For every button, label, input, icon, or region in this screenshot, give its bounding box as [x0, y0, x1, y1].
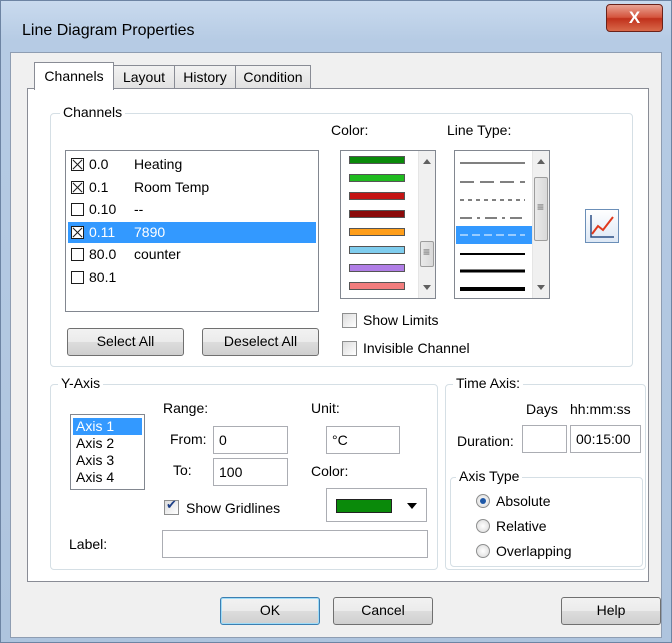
range-from-input[interactable]: 0: [213, 426, 288, 454]
channel-row[interactable]: 0.0 Heating: [68, 154, 316, 175]
channel-list[interactable]: 0.0 Heating 0.1 Room Temp 0.10 -- 0.11 7890 80.0…: [65, 150, 319, 312]
channel-checkbox[interactable]: [71, 180, 84, 194]
show-limits-label: Show Limits: [363, 312, 439, 328]
duration-label: Duration:: [457, 433, 514, 449]
invisible-channel-label: Invisible Channel: [363, 340, 470, 356]
color-swatch[interactable]: [349, 246, 405, 254]
channel-name: counter: [134, 246, 181, 262]
tab-history[interactable]: History: [174, 65, 236, 89]
overlapping-label: Overlapping: [496, 543, 572, 559]
channel-checkbox[interactable]: [71, 158, 84, 171]
line-type-scrollbar[interactable]: [532, 151, 549, 298]
channel-row[interactable]: 0.10 --: [68, 199, 316, 220]
show-gridlines-label: Show Gridlines: [186, 500, 281, 516]
channel-number: 0.10: [89, 201, 117, 217]
axis-item-1[interactable]: Axis 1: [73, 418, 142, 435]
invisible-channel-checkbox[interactable]: [342, 341, 357, 356]
tab-channels[interactable]: Channels: [34, 62, 114, 90]
color-list[interactable]: [340, 150, 436, 299]
line-chart-icon[interactable]: [585, 209, 619, 243]
from-label: From:: [170, 431, 207, 447]
relative-label: Relative: [496, 518, 547, 534]
select-all-button[interactable]: Select All: [67, 328, 184, 356]
scroll-thumb[interactable]: [534, 177, 548, 241]
channel-row[interactable]: 80.0 counter: [68, 244, 316, 265]
deselect-all-button[interactable]: Deselect All: [202, 328, 319, 356]
channel-checkbox[interactable]: [71, 225, 84, 239]
axis-color-label: Color:: [311, 463, 349, 479]
hhmmss-label: hh:mm:ss: [570, 401, 631, 417]
channel-number: 0.1: [89, 178, 109, 195]
axis-color-dropdown[interactable]: [326, 488, 427, 522]
show-gridlines-checkbox[interactable]: [164, 498, 179, 515]
y-axis-group-label: Y-Axis: [58, 375, 104, 391]
close-button[interactable]: X: [606, 4, 663, 32]
channel-row[interactable]: 0.1 Room Temp: [68, 177, 316, 198]
range-label: Range:: [163, 400, 209, 416]
axis-item-4[interactable]: Axis 4: [76, 469, 114, 486]
color-swatch[interactable]: [349, 174, 405, 182]
unit-label: Unit:: [311, 400, 340, 416]
line-type-list[interactable]: [454, 150, 550, 299]
channel-number: 0.11: [89, 223, 116, 240]
absolute-label: Absolute: [496, 493, 551, 509]
channel-name: Heating: [134, 156, 183, 172]
time-axis-group-label: Time Axis:: [453, 375, 524, 391]
scroll-up-icon[interactable]: [537, 159, 545, 164]
scroll-thumb[interactable]: [420, 241, 434, 267]
cancel-button[interactable]: Cancel: [333, 597, 433, 625]
channel-number: 80.0: [89, 246, 117, 262]
range-to-input[interactable]: 100: [213, 458, 288, 486]
axis-type-label: Axis Type: [456, 468, 523, 484]
axis-color-swatch: [336, 499, 392, 513]
line-type-label: Line Type:: [447, 122, 512, 138]
show-limits-checkbox[interactable]: [342, 313, 357, 328]
channel-checkbox[interactable]: [71, 270, 84, 284]
window-title: Line Diagram Properties: [22, 22, 195, 39]
radio-relative[interactable]: [476, 519, 490, 533]
axis-item-3[interactable]: Axis 3: [76, 452, 114, 469]
chevron-down-icon[interactable]: [407, 503, 417, 509]
color-swatch[interactable]: [349, 192, 405, 200]
channel-name: --: [134, 201, 144, 217]
radio-overlapping[interactable]: [476, 544, 490, 558]
line-type-options: [456, 162, 532, 291]
channel-name: Room Temp: [134, 178, 210, 195]
channel-name: 7890: [134, 223, 166, 240]
days-label: Days: [526, 401, 558, 417]
duration-time-input[interactable]: 00:15:00: [570, 425, 641, 453]
unit-input[interactable]: °C: [326, 426, 400, 454]
axis-list[interactable]: Axis 1 Axis 2 Axis 3 Axis 4: [70, 414, 145, 490]
chart-glyph: [590, 215, 614, 238]
color-swatch[interactable]: [349, 282, 405, 290]
channel-checkbox[interactable]: [71, 248, 84, 261]
channel-number: 0.0: [89, 156, 109, 172]
color-label: Color:: [331, 122, 369, 138]
tab-condition[interactable]: Condition: [235, 65, 311, 89]
to-label: To:: [173, 462, 192, 478]
color-swatch[interactable]: [349, 228, 405, 236]
tab-layout[interactable]: Layout: [113, 65, 175, 89]
channels-group-label: Channels: [60, 104, 126, 120]
color-list-scrollbar[interactable]: [418, 151, 435, 298]
scroll-down-icon[interactable]: [423, 285, 431, 290]
scroll-down-icon[interactable]: [537, 285, 545, 290]
duration-days-input[interactable]: [522, 425, 567, 453]
radio-absolute[interactable]: [476, 494, 490, 508]
channel-row[interactable]: 80.1: [68, 267, 316, 288]
label-label: Label:: [69, 536, 108, 552]
axis-item-2[interactable]: Axis 2: [76, 435, 114, 452]
channel-checkbox[interactable]: [71, 203, 84, 216]
color-swatch[interactable]: [349, 210, 405, 218]
scroll-up-icon[interactable]: [423, 159, 431, 164]
channel-number: 80.1: [89, 268, 117, 285]
color-swatch[interactable]: [349, 264, 405, 272]
channel-row[interactable]: 0.11 7890: [68, 221, 316, 243]
help-button[interactable]: Help: [561, 597, 661, 625]
ok-button[interactable]: OK: [220, 597, 320, 625]
axis-label-input[interactable]: [162, 530, 428, 558]
color-swatch[interactable]: [349, 156, 405, 164]
